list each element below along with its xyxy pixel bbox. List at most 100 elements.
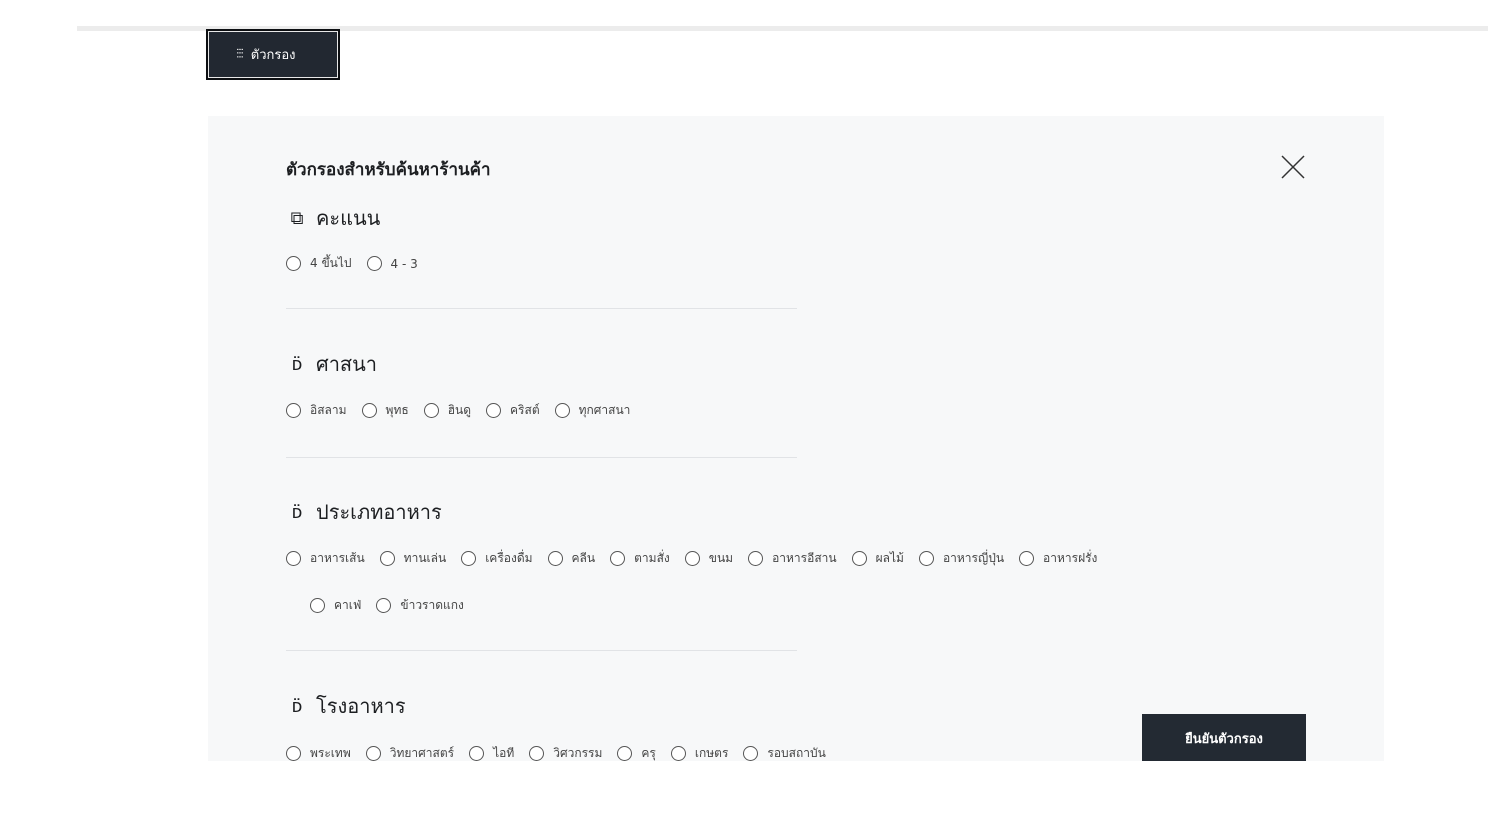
food-type-option[interactable]: คาเฟ่ [310, 596, 361, 615]
section-rating: ⧉ คะแนน 4 ขึ้นไป 4 - 3 [286, 202, 797, 309]
food-type-option[interactable]: ขนม [684, 549, 734, 568]
food-type-option[interactable]: ข้าวราดแกง [376, 596, 464, 615]
option-label: พระเทพ [310, 746, 351, 760]
rating-options: 4 ขึ้นไป 4 - 3 [286, 254, 418, 273]
radio-button[interactable] [379, 551, 395, 566]
food-type-option[interactable]: ตามสั่ง [610, 549, 670, 568]
rating-icon: ⧉ [290, 207, 304, 229]
radio-button[interactable] [743, 746, 759, 761]
radio-button[interactable] [1019, 551, 1035, 566]
option-label: ทุกศาสนา [578, 403, 631, 417]
canteen-option[interactable]: เกษตร [670, 744, 729, 761]
option-label: เครื่องดื่ม [485, 551, 533, 565]
filter-toggle-label: ตัวกรอง [250, 48, 296, 63]
radio-button[interactable] [365, 746, 381, 761]
food-type-option[interactable]: อาหารเส้น [286, 549, 365, 568]
canteen-option[interactable]: พระเทพ [286, 744, 351, 761]
option-label: อาหารญี่ปุ่น [942, 551, 1005, 565]
option-label: อิสลาม [310, 403, 347, 417]
filter-toggle-button[interactable]: ⫶⫶⫶ ตัวกรอง [206, 29, 340, 80]
option-label: ทานเล่น [403, 551, 447, 565]
section-religion-title: ศาสนา [316, 352, 378, 376]
food-type-option[interactable]: ผลไม้ [851, 549, 904, 568]
radio-button[interactable] [547, 551, 563, 566]
section-food-type-title: ประเภทอาหาร [316, 500, 442, 524]
canteen-icon: ᴅ̈ [291, 695, 303, 717]
option-label: ข้าวราดแกง [400, 598, 464, 612]
option-label: ขนม [708, 551, 734, 565]
rating-option[interactable]: 4 ขึ้นไป [286, 254, 352, 273]
option-label: 4 - 3 [390, 256, 418, 271]
radio-button[interactable] [469, 746, 485, 761]
section-rating-header: ⧉ คะแนน [286, 202, 381, 234]
religion-option[interactable]: ฮินดู [423, 401, 472, 420]
religion-option[interactable]: พุทธ [361, 401, 409, 420]
option-label: คาเฟ่ [334, 598, 362, 612]
section-rating-title: คะแนน [316, 206, 381, 230]
radio-button[interactable] [376, 598, 392, 613]
radio-button[interactable] [670, 746, 686, 761]
food-type-options-row2: คาเฟ่ ข้าวราดแกง [310, 596, 464, 615]
option-label: อาหารฝรั่ง [1043, 551, 1098, 565]
divider [286, 457, 797, 458]
option-label: ตามสั่ง [634, 551, 670, 565]
radio-button[interactable] [286, 403, 301, 418]
radio-button[interactable] [918, 551, 934, 566]
radio-button[interactable] [748, 551, 764, 566]
food-type-option[interactable]: อาหารอีสาน [748, 549, 837, 568]
radio-button[interactable] [554, 403, 570, 418]
radio-button[interactable] [684, 551, 700, 566]
option-label: คริสต์ [510, 403, 540, 417]
food-type-option[interactable]: เครื่องดื่ม [461, 549, 533, 568]
radio-button[interactable] [529, 746, 545, 761]
section-religion-header: ᴅ̈ ศาสนา [286, 348, 378, 380]
canteen-option[interactable]: รอบสถาบัน [743, 744, 826, 761]
radio-button[interactable] [610, 551, 626, 566]
filter-panel: ตัวกรองสำหรับค้นหาร้านค้า ⧉ คะแนน 4 ขึ้น… [208, 116, 1384, 761]
option-label: 4 ขึ้นไป [310, 256, 352, 270]
canteen-options: พระเทพ วิทยาศาสตร์ ไอที วิศวกรรม ครุ เกษ… [286, 744, 826, 761]
rating-option[interactable]: 4 - 3 [366, 256, 418, 271]
religion-option[interactable]: คริสต์ [486, 401, 540, 420]
option-label: วิศวกรรม [553, 746, 603, 760]
radio-button[interactable] [366, 256, 382, 271]
radio-button[interactable] [461, 551, 477, 566]
divider [286, 650, 797, 651]
section-canteen-header: ᴅ̈ โรงอาหาร [286, 690, 406, 722]
radio-button[interactable] [286, 256, 301, 271]
option-label: เกษตร [694, 746, 729, 760]
canteen-option[interactable]: ไอที [469, 744, 514, 761]
food-type-option[interactable]: คลีน [547, 549, 595, 568]
food-type-option[interactable]: ทานเล่น [379, 549, 447, 568]
section-canteen: ᴅ̈ โรงอาหาร พระเทพ วิทยาศาสตร์ ไอที วิศว… [286, 690, 826, 761]
radio-button[interactable] [617, 746, 633, 761]
radio-button[interactable] [286, 746, 301, 761]
option-label: พุทธ [385, 403, 409, 417]
radio-button[interactable] [310, 598, 325, 613]
religion-option[interactable]: อิสลาม [286, 401, 347, 420]
section-food-type-header: ᴅ̈ ประเภทอาหาร [286, 496, 442, 528]
sliders-icon: ⫶⫶⫶ [236, 47, 244, 62]
option-label: วิทยาศาสตร์ [389, 746, 455, 760]
section-food-type: ᴅ̈ ประเภทอาหาร อาหารเส้น ทานเล่น เครื่อง… [286, 496, 1097, 651]
radio-button[interactable] [486, 403, 502, 418]
divider [286, 308, 797, 309]
confirm-filter-button[interactable]: ยืนยันตัวกรอง [1142, 714, 1306, 761]
panel-title: ตัวกรองสำหรับค้นหาร้านค้า [286, 160, 491, 180]
canteen-option[interactable]: ครุ [617, 744, 656, 761]
canteen-option[interactable]: วิศวกรรม [529, 744, 602, 761]
section-canteen-title: โรงอาหาร [316, 694, 406, 718]
option-label: ฮินดู [447, 403, 472, 417]
radio-button[interactable] [361, 403, 377, 418]
religion-option[interactable]: ทุกศาสนา [554, 401, 631, 420]
option-label: อาหารเส้น [310, 551, 365, 565]
option-label: ผลไม้ [875, 551, 904, 565]
food-type-option[interactable]: อาหารญี่ปุ่น [918, 549, 1005, 568]
close-icon[interactable] [1280, 154, 1306, 180]
radio-button[interactable] [286, 551, 301, 566]
food-type-option[interactable]: อาหารฝรั่ง [1019, 549, 1097, 568]
canteen-option[interactable]: วิทยาศาสตร์ [365, 744, 455, 761]
radio-button[interactable] [423, 403, 439, 418]
religion-icon: ᴅ̈ [291, 353, 303, 375]
radio-button[interactable] [851, 551, 867, 566]
